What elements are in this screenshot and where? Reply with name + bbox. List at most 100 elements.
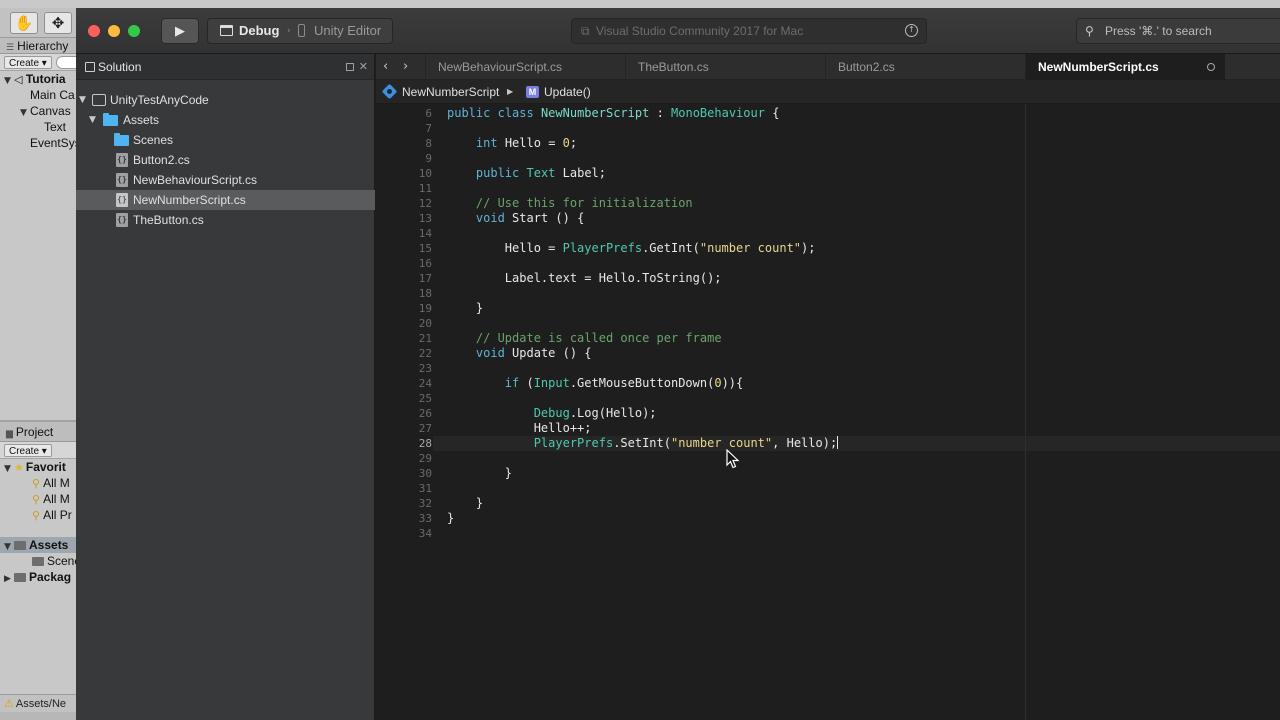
tab-label: NewNumberScript.cs <box>1038 60 1159 74</box>
packages-label: Packag <box>29 570 72 584</box>
project-tab[interactable]: ▆ Project <box>0 422 76 442</box>
code-line-6: public class NewNumberScript : MonoBehav… <box>447 106 779 121</box>
unity-status-bar: ⚠ Assets/Ne <box>0 694 76 712</box>
favorites-item[interactable]: ▼ ★ Favorit <box>0 459 76 475</box>
close-window-button[interactable] <box>88 25 100 37</box>
project-create-bar: Create ▾ <box>0 442 76 459</box>
line-number: 14 <box>418 227 432 240</box>
hierarchy-item-camera[interactable]: Main Ca <box>0 87 76 103</box>
line-number: 33 <box>418 512 432 525</box>
tab-newbehaviourscript[interactable]: NewBehaviourScript.cs <box>425 54 625 80</box>
move-icon[interactable]: ✥ <box>44 12 72 34</box>
tab-thebutton[interactable]: TheButton.cs <box>625 54 825 80</box>
update-icon[interactable]: ↑ <box>905 24 918 37</box>
assets-folder-label: Assets <box>123 113 160 127</box>
unity-hierarchy-panel: ☰ Hierarchy Create ▾ ▼ ◁ Tutoria Main Ca ▼… <box>0 38 76 420</box>
method-call: .Log(Hello); <box>569 406 657 420</box>
favorite-item-label: All Pr <box>43 508 72 522</box>
chevron-right-icon: ▶ <box>507 87 514 96</box>
punctuation: } <box>475 301 484 315</box>
tab-label: NewBehaviourScript.cs <box>438 60 563 74</box>
hierarchy-item-label: EventSys <box>30 136 76 150</box>
code-line-19: } <box>447 301 483 316</box>
type-name: PlayerPrefs <box>562 241 643 255</box>
line-number: 22 <box>418 347 432 360</box>
back-arrow-icon[interactable]: ‹ <box>383 54 388 80</box>
hand-icon[interactable]: ✋ <box>10 12 38 34</box>
line-number: 16 <box>418 257 432 270</box>
scenes-folder-node[interactable]: Scenes <box>76 130 375 150</box>
hierarchy-item-eventsystem[interactable]: EventSys <box>0 135 76 151</box>
file-node[interactable]: {} TheButton.cs <box>76 210 375 230</box>
file-label: Button2.cs <box>133 153 190 167</box>
line-number: 20 <box>418 317 432 330</box>
keyword: public <box>475 166 520 180</box>
collapse-triangle-icon[interactable]: ▶ <box>4 571 14 587</box>
assets-item[interactable]: ▼ Assets <box>0 537 76 553</box>
path-member[interactable]: Update() <box>544 80 591 104</box>
file-label: TheButton.cs <box>133 213 204 227</box>
statement: Hello++; <box>533 421 592 435</box>
unity-scene-icon: ◁ <box>14 73 23 86</box>
folder-icon <box>103 113 118 126</box>
dock-icon[interactable] <box>346 63 354 71</box>
folder-icon: ▆ <box>6 429 13 439</box>
close-icon[interactable]: ✕ <box>359 54 368 80</box>
hierarchy-create-button[interactable]: Create ▾ <box>4 56 52 69</box>
configuration-selector[interactable]: Debug › Unity Editor <box>207 18 393 44</box>
class-icon <box>381 83 398 100</box>
hierarchy-item-text[interactable]: Text <box>0 119 76 135</box>
right-margin-guide <box>1025 104 1026 720</box>
file-node-selected[interactable]: {} NewNumberScript.cs <box>76 190 375 210</box>
search-input[interactable]: ⚲ Press '⌘.' to search <box>1076 18 1280 44</box>
identifier: Hello = <box>504 241 563 255</box>
path-class[interactable]: NewNumberScript <box>402 80 499 104</box>
favorite-item[interactable]: ⚲ All M <box>0 491 76 507</box>
line-number: 19 <box>418 302 432 315</box>
file-label: NewBehaviourScript.cs <box>133 173 258 187</box>
forward-arrow-icon[interactable]: › <box>403 54 408 80</box>
hierarchy-item-scene[interactable]: ▼ ◁ Tutoria <box>0 71 76 87</box>
minimize-window-button[interactable] <box>108 25 120 37</box>
config-name: Debug <box>239 23 280 38</box>
document-tab-bar: ‹ › NewBehaviourScript.cs TheButton.cs B… <box>376 54 1280 80</box>
string-literal: "number count" <box>670 436 773 450</box>
solution-node[interactable]: ▼ UnityTestAnyCode <box>76 90 375 110</box>
punctuation: : <box>656 106 664 120</box>
code-line-13: void Start () { <box>447 211 584 226</box>
packages-item[interactable]: ▶ Packag <box>0 569 76 585</box>
file-node[interactable]: {} NewBehaviourScript.cs <box>76 170 375 190</box>
keyword: if <box>504 376 520 390</box>
tab-button2[interactable]: Button2.cs <box>825 54 1025 80</box>
scenes-folder-label: Scenes <box>133 133 174 147</box>
hierarchy-item-label: Text <box>44 120 67 134</box>
search-placeholder: Press '⌘.' to search <box>1105 24 1212 38</box>
favorite-item[interactable]: ⚲ All M <box>0 475 76 491</box>
unsaved-dot-icon[interactable] <box>1207 63 1215 71</box>
method-call: .GetInt( <box>642 241 700 255</box>
expand-triangle-icon[interactable]: ▼ <box>89 110 96 130</box>
file-node[interactable]: {} Button2.cs <box>76 150 375 170</box>
favorite-item[interactable]: ⚲ All Pr <box>0 507 76 523</box>
comment: // Update is called once per frame <box>475 331 722 345</box>
vs-window: ▶ Debug › Unity Editor ⧉ Visual Studio C… <box>76 8 1280 720</box>
project-create-button[interactable]: Create ▾ <box>4 444 52 457</box>
scenes-item[interactable]: Scene <box>0 553 76 569</box>
expand-triangle-icon[interactable]: ▼ <box>79 90 86 110</box>
hierarchy-item-label: Main Ca <box>30 88 75 102</box>
assets-folder-node[interactable]: ▼ Assets <box>76 110 375 130</box>
tab-newnumberscript[interactable]: NewNumberScript.cs <box>1025 54 1225 80</box>
hierarchy-tab[interactable]: ☰ Hierarchy <box>0 38 76 54</box>
search-icon: ⚲ <box>32 493 41 506</box>
hierarchy-item-canvas[interactable]: ▼ Canvas <box>0 103 76 119</box>
run-button[interactable]: ▶ <box>161 18 199 44</box>
hierarchy-search-input[interactable] <box>56 56 76 69</box>
statement: Label.text = Hello.ToString(); <box>504 271 722 285</box>
keyword: void <box>475 211 505 225</box>
method-call: .SetInt( <box>613 436 671 450</box>
zoom-window-button[interactable] <box>128 25 140 37</box>
list-icon: ☰ <box>6 43 15 53</box>
pad-title: Solution <box>98 60 142 74</box>
code-line-28: PlayerPrefs.SetInt("number count", Hello… <box>447 436 839 451</box>
code-line-32: } <box>447 496 483 511</box>
